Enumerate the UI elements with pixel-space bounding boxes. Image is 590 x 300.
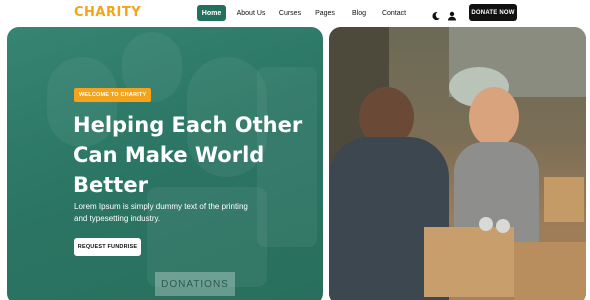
logo[interactable]: CHARITY (74, 5, 141, 20)
welcome-badge: WELCOME TO CHARITY (74, 88, 152, 102)
request-fundrise-button[interactable]: REQUEST FUNDRISE (74, 238, 141, 256)
cardboard-box (514, 242, 586, 300)
nav-about-us[interactable]: About Us (235, 5, 267, 21)
donations-box-label: DONATIONS (155, 272, 235, 296)
nav-home[interactable]: Home (197, 5, 226, 21)
cardboard-box (544, 177, 584, 222)
can (496, 219, 510, 233)
nav-curses[interactable]: Curses (278, 5, 302, 21)
moon-icon[interactable] (431, 8, 441, 21)
cardboard-box (424, 227, 514, 297)
hero-subtext: Lorem Ipsum is simply dummy text of the … (74, 202, 248, 223)
nav-pages[interactable]: Pages (314, 5, 336, 21)
hero-headline: Helping Each Other Can Make World Better (73, 113, 303, 197)
nav-blog[interactable]: Blog (350, 5, 368, 21)
nav-contact[interactable]: Contact (380, 5, 408, 21)
can (479, 217, 493, 231)
donate-button[interactable]: DONATE NOW (469, 4, 517, 21)
hero-photo (329, 27, 586, 300)
user-icon[interactable] (447, 8, 457, 21)
person-face (469, 87, 519, 147)
site-header: CHARITY Home About Us Curses Pages Blog … (0, 0, 590, 26)
